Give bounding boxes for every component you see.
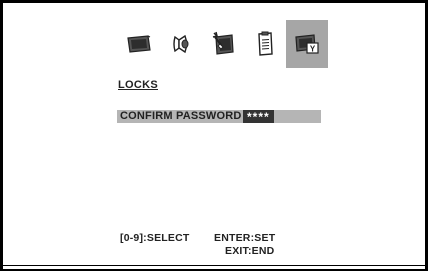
- screen-frame-left: [0, 0, 3, 271]
- password-input[interactable]: ****: [243, 110, 274, 124]
- confirm-password-row[interactable]: CONFIRM PASSWORD ****: [117, 110, 321, 124]
- locks-icon: Y: [295, 34, 319, 54]
- picture-icon: [127, 35, 151, 53]
- set-hint: ENTER:SET: [214, 232, 276, 244]
- exit-hint: EXIT:END: [225, 245, 275, 257]
- menu-item-guide[interactable]: [244, 20, 286, 68]
- screen-frame-top: [0, 0, 428, 3]
- menu-item-picture[interactable]: [118, 20, 160, 68]
- svg-text:Y: Y: [310, 45, 316, 54]
- menu-item-audio[interactable]: [160, 20, 202, 68]
- guide-icon: [258, 31, 273, 56]
- menu-icon-bar: Y: [118, 20, 338, 68]
- audio-icon: [173, 34, 189, 54]
- confirm-password-label: CONFIRM PASSWORD: [120, 110, 242, 122]
- setup-icon: [212, 31, 234, 55]
- menu-item-setup[interactable]: [202, 20, 244, 68]
- select-hint: [0-9]:SELECT: [120, 232, 190, 244]
- menu-item-locks[interactable]: Y: [286, 20, 328, 68]
- page-title: LOCKS: [118, 79, 158, 91]
